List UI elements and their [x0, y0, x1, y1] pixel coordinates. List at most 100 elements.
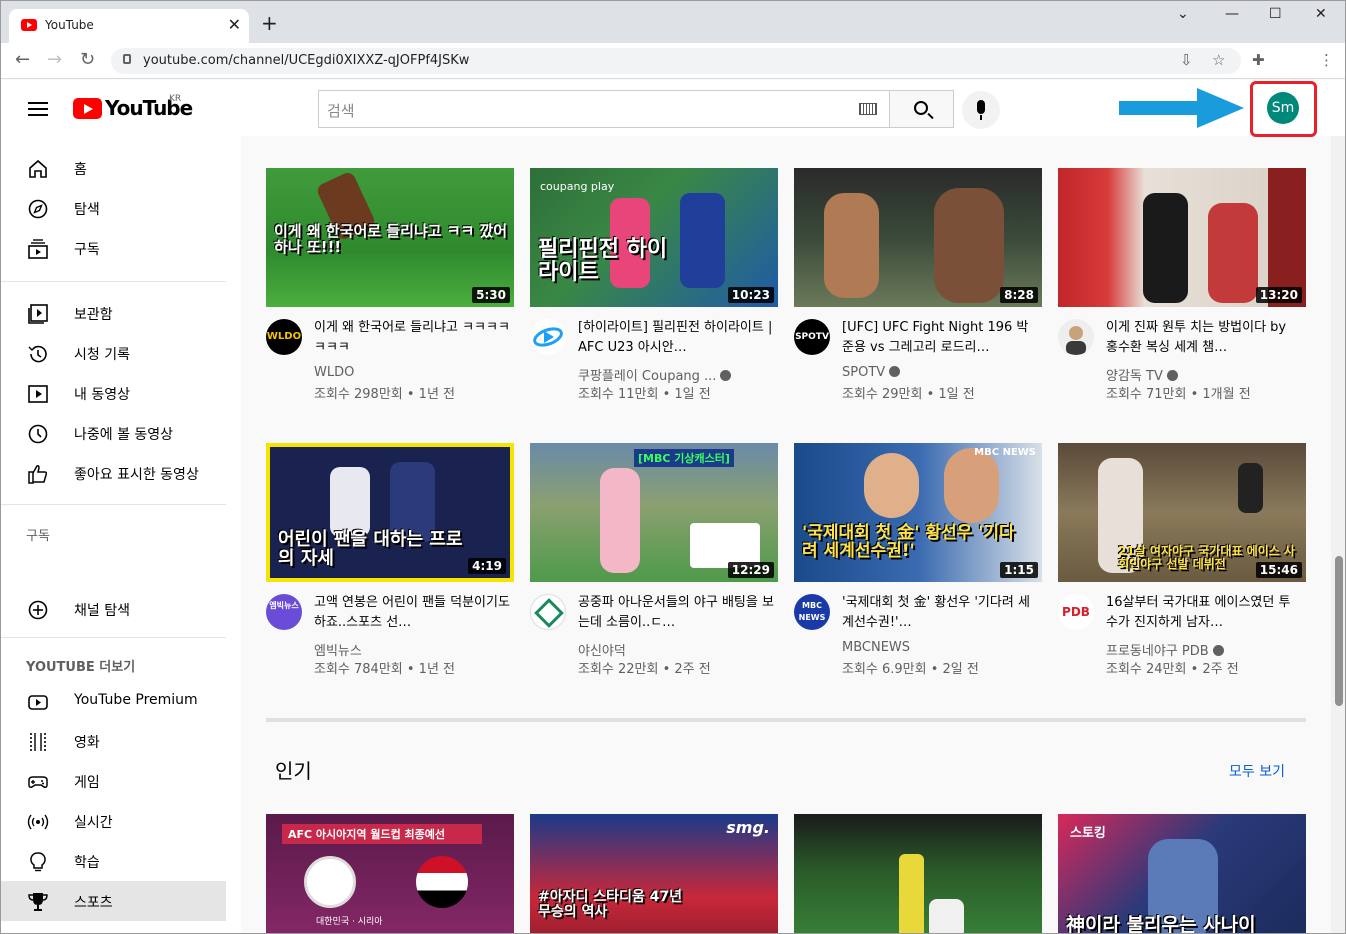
sidebar-item-explore[interactable]: 탐색 — [1, 188, 226, 228]
install-app-icon[interactable]: ⇩ — [1180, 53, 1193, 68]
voice-search-mic-icon[interactable] — [962, 91, 1000, 129]
video-card[interactable]: 스토킹 神이라 불리우는 사나이 — [1058, 814, 1306, 934]
video-title[interactable]: 이게 왜 한국어로 들리냐고 ㅋㅋㅋㅋㅋㅋㅋ — [314, 318, 510, 358]
video-title[interactable]: 이게 진짜 원투 치는 방법이다 by 홍수환 복싱 세계 챔… — [1106, 318, 1302, 358]
search-icon — [914, 101, 928, 115]
account-avatar[interactable]: Sm — [1267, 92, 1299, 124]
sidebar-item-library[interactable]: 보관함 — [1, 293, 226, 333]
channel-name[interactable]: 엠빅뉴스 — [314, 640, 362, 659]
page-scrollbar[interactable] — [1331, 136, 1345, 933]
video-card[interactable]: MBC NEWS '국제대회 첫 金' 황선우 '기다려 세계선수권!' 1:1… — [794, 443, 1042, 677]
channel-name[interactable]: 야신야덕 — [578, 640, 626, 659]
keyboard-icon[interactable] — [859, 103, 877, 115]
window-close-icon[interactable]: ✕ — [1315, 6, 1327, 22]
channel-avatar[interactable]: WLDO — [266, 319, 302, 355]
channel-name[interactable]: MBCNEWS — [842, 640, 910, 655]
tab-close-icon[interactable]: ✕ — [228, 15, 241, 34]
video-card[interactable]: AFC 아시아지역 월드컵 최종예선 대한민국 · 시리아 — [266, 814, 514, 933]
boxer-image — [1208, 203, 1258, 303]
video-meta: 조회수 22만회 • 2주 전 — [578, 662, 711, 677]
search-input[interactable]: 검색 — [318, 90, 890, 128]
bookmark-star-icon[interactable]: ☆ — [1212, 53, 1225, 68]
channel-avatar[interactable] — [1058, 319, 1094, 355]
channel-name-text: 프로동네야구 PDB — [1106, 644, 1209, 659]
scrollbar-thumb[interactable] — [1335, 556, 1343, 706]
sidebar-item-liked-videos[interactable]: 좋아요 표시한 동영상 — [1, 453, 226, 493]
video-thumbnail[interactable]: MBC NEWS '국제대회 첫 金' 황선우 '기다려 세계선수권!' 1:1… — [794, 443, 1042, 582]
new-tab-icon[interactable]: + — [261, 13, 278, 33]
video-card[interactable]: 21살 여자야구 국가대표 에이스 사회인야구 선발 데뷔전 15:46 PDB… — [1058, 443, 1306, 677]
sidebar-item-sports[interactable]: 스포츠 — [1, 881, 226, 921]
sidebar-item-browse-channels[interactable]: 채널 탐색 — [1, 589, 226, 629]
extensions-icon[interactable]: ✚ — [1252, 53, 1265, 68]
url-field[interactable]: youtube.com/channel/UCEgdi0XIXXZ-qJOFPf4… — [111, 48, 1241, 74]
video-thumbnail[interactable]: [MBC 기상캐스터] 12:29 — [530, 443, 778, 582]
channel-avatar[interactable] — [530, 594, 566, 630]
youtube-logo-icon[interactable] — [73, 98, 102, 119]
video-title[interactable]: 공중파 아나운서들의 야구 배팅을 보는데 소름이..ㄷ… — [578, 593, 774, 633]
video-thumbnail[interactable]: 이게 왜 한국어로 들리냐고 ㅋㅋ 깠어 하나 또!!! 5:30 — [266, 168, 514, 307]
channel-name[interactable]: WLDO — [314, 365, 354, 380]
video-thumbnail[interactable]: AFC 아시아지역 월드컵 최종예선 대한민국 · 시리아 — [266, 814, 514, 933]
channel-name[interactable]: 쿠팡플레이 Coupang ... — [578, 365, 732, 384]
sidebar-item-live[interactable]: 실시간 — [1, 801, 226, 841]
minimize-icon[interactable]: — — [1225, 6, 1239, 22]
tab-search-icon[interactable]: ⌄ — [1177, 6, 1189, 22]
gamepad-icon — [28, 776, 48, 788]
search-button[interactable] — [889, 90, 954, 128]
video-title[interactable]: 고액 연봉은 어린이 팬들 덕분이기도 하죠..스포츠 선… — [314, 593, 510, 633]
video-thumbnail[interactable]: coupang play 필리핀전 하이라이트 10:23 — [530, 168, 778, 307]
reload-icon[interactable]: ↻ — [80, 51, 95, 69]
video-thumbnail[interactable]: 스토킹 神이라 불리우는 사나이 — [1058, 814, 1306, 934]
channel-name[interactable]: SPOTV — [842, 365, 901, 380]
channel-name[interactable]: 양감독 TV — [1106, 365, 1178, 384]
sidebar-item-learning[interactable]: 학습 — [1, 841, 226, 881]
video-card[interactable]: 8:28 SPOTV [UFC] UFC Fight Night 196 박준용… — [794, 168, 1042, 402]
browser-tab[interactable]: YouTube ✕ — [9, 9, 249, 43]
video-card[interactable]: 13:20 이게 진짜 원투 치는 방법이다 by 홍수환 복싱 세계 챔… 양… — [1058, 168, 1306, 402]
sidebar-item-my-videos[interactable]: 내 동영상 — [1, 373, 226, 413]
channel-avatar[interactable]: MBC NEWS — [794, 594, 830, 630]
hamburger-menu-icon[interactable] — [28, 102, 48, 116]
thumbnail-caption: 神이라 불리우는 사나이 — [1066, 914, 1256, 934]
sidebar-item-label: 보관함 — [74, 307, 113, 323]
maximize-icon[interactable]: ☐ — [1269, 6, 1282, 22]
thumbnail-caption: 이게 왜 한국어로 들리냐고 ㅋㅋ 깠어 하나 또!!! — [274, 222, 508, 256]
video-title[interactable]: [UFC] UFC Fight Night 196 박준용 vs 그레고리 로드… — [842, 318, 1038, 358]
video-meta: 조회수 29만회 • 1일 전 — [842, 387, 975, 402]
sidebar-item-subscriptions[interactable]: 구독 — [1, 228, 226, 268]
channel-avatar[interactable]: 엠빅뉴스 — [266, 594, 302, 630]
sidebar-item-history[interactable]: 시청 기록 — [1, 333, 226, 373]
browser-menu-icon[interactable]: ⋮ — [1319, 53, 1334, 68]
sidebar-item-gaming[interactable]: 게임 — [1, 761, 226, 801]
sidebar-item-youtube-premium[interactable]: YouTube Premium — [1, 681, 226, 721]
video-thumbnail[interactable]: 어린이 팬을 대하는 프로의 자세 4:19 — [266, 443, 514, 582]
video-thumbnail[interactable] — [794, 814, 1042, 933]
sidebar-item-movies[interactable]: 영화 — [1, 721, 226, 761]
channel-avatar[interactable] — [530, 319, 566, 355]
thumbnail-caption: AFC 아시아지역 월드컵 최종예선 — [282, 824, 482, 844]
my-videos-icon — [28, 385, 48, 403]
video-thumbnail[interactable]: 13:20 — [1058, 168, 1306, 307]
channel-avatar[interactable]: PDB — [1058, 594, 1094, 630]
channel-name[interactable]: 프로동네야구 PDB — [1106, 640, 1224, 659]
back-icon[interactable]: ← — [15, 51, 30, 69]
video-card[interactable]: coupang play 필리핀전 하이라이트 10:23 [하이라이트] 필리… — [530, 168, 778, 402]
video-card[interactable]: 어린이 팬을 대하는 프로의 자세 4:19 엠빅뉴스 고액 연봉은 어린이 팬… — [266, 443, 514, 677]
video-card[interactable]: smg. #아자디 스타디움 47년 무승의 역사 — [530, 814, 778, 933]
video-thumbnail[interactable]: smg. #아자디 스타디움 47년 무승의 역사 — [530, 814, 778, 933]
video-title[interactable]: 16살부터 국가대표 에이스였던 투수가 진지하게 남자… — [1106, 593, 1302, 633]
video-meta: 조회수 298만회 • 1년 전 — [314, 387, 456, 402]
sidebar-item-watch-later[interactable]: 나중에 볼 동영상 — [1, 413, 226, 453]
channel-avatar[interactable]: SPOTV — [794, 319, 830, 355]
video-title[interactable]: '국제대회 첫 金' 황선우 '기다려 세계선수권!'… — [842, 593, 1038, 633]
forward-icon[interactable]: → — [47, 51, 62, 69]
video-card[interactable]: 이게 왜 한국어로 들리냐고 ㅋㅋ 깠어 하나 또!!! 5:30 WLDO 이… — [266, 168, 514, 402]
video-card[interactable] — [794, 814, 1042, 933]
video-thumbnail[interactable]: 8:28 — [794, 168, 1042, 307]
video-title[interactable]: [하이라이트] 필리핀전 하이라이트 | AFC U23 아시안… — [578, 318, 774, 358]
video-thumbnail[interactable]: 21살 여자야구 국가대표 에이스 사회인야구 선발 데뷔전 15:46 — [1058, 443, 1306, 582]
video-card[interactable]: [MBC 기상캐스터] 12:29 공중파 아나운서들의 야구 배팅을 보는데 … — [530, 443, 778, 677]
sidebar-item-home[interactable]: 홈 — [1, 148, 226, 188]
see-all-link[interactable]: 모두 보기 — [1229, 761, 1285, 781]
